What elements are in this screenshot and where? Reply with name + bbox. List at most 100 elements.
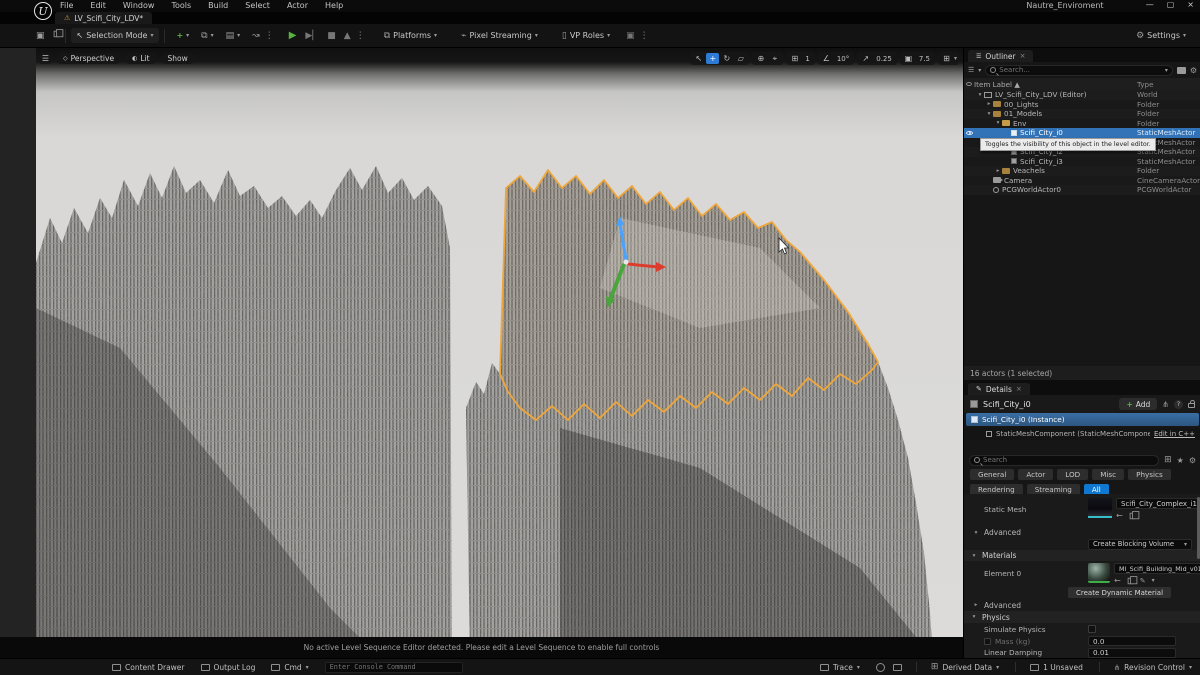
create-blocking-volume-button[interactable]: Create Blocking Volume ▾: [1088, 538, 1192, 550]
trace-store-icon[interactable]: [892, 663, 902, 671]
tab-outliner[interactable]: ☰ Outliner ×: [968, 50, 1034, 62]
details-search[interactable]: [969, 454, 1160, 466]
camera-speed-button[interactable]: ▣ 7.5: [899, 52, 935, 65]
lock-icon[interactable]: [1188, 400, 1195, 408]
edit-in-cpp-link[interactable]: Edit in C++: [1154, 430, 1195, 438]
favorites-icon[interactable]: ★: [1177, 456, 1184, 465]
content-drawer-button[interactable]: Content Drawer: [112, 663, 185, 672]
chevron-down-icon[interactable]: ▾: [985, 111, 993, 117]
trace-button[interactable]: Trace ▾: [819, 663, 860, 672]
outliner-row[interactable]: ▾ LV_Scifi_City_LDV (Editor) World: [964, 90, 1200, 100]
stop-button[interactable]: ■: [327, 31, 336, 41]
gizmo-origin[interactable]: [623, 259, 629, 265]
display-filter-icon[interactable]: ⊞: [1164, 455, 1172, 465]
outliner-row[interactable]: PCGWorldActor0 PCGWorldActor: [964, 185, 1200, 195]
blueprints-button[interactable]: ⧉ ▾: [195, 28, 219, 44]
copy-asset-icon[interactable]: [1129, 510, 1140, 519]
console-command-input[interactable]: [324, 661, 463, 673]
insights-icon[interactable]: [875, 662, 885, 672]
derived-data-button[interactable]: ⊞ Derived Data ▾: [931, 662, 999, 672]
chevron-right-icon[interactable]: ▸: [994, 168, 1002, 174]
menu-build[interactable]: Build: [208, 1, 228, 10]
browse-to-asset-icon[interactable]: ←: [1116, 511, 1123, 520]
menu-actor[interactable]: Actor: [287, 1, 308, 10]
physics-section-header[interactable]: ▾ Physics: [964, 611, 1200, 623]
level-tab[interactable]: ⚠ LV_Scifi_City_LDV*: [55, 12, 153, 24]
details-tab-actor[interactable]: Actor: [1018, 469, 1054, 480]
tab-details[interactable]: ✎ Details ×: [968, 383, 1030, 395]
outliner-row[interactable]: ▾ 01_Models Folder: [964, 109, 1200, 119]
move-tool-icon[interactable]: +: [706, 53, 720, 64]
cmd-button[interactable]: Cmd ▾: [271, 663, 309, 672]
outliner-row[interactable]: Camera CineCameraActor: [964, 175, 1200, 185]
material-thumbnail[interactable]: [1088, 563, 1110, 583]
outliner-row[interactable]: ▸ 00_Lights Folder: [964, 99, 1200, 109]
eject-button[interactable]: ▲: [344, 31, 351, 41]
create-dynamic-material-button[interactable]: Create Dynamic Material: [1068, 587, 1172, 598]
details-tab-misc[interactable]: Misc: [1092, 469, 1125, 480]
static-mesh-thumbnail[interactable]: [1088, 498, 1112, 518]
mass-input[interactable]: 0.0: [1088, 636, 1176, 646]
world-space-icon[interactable]: ⊕: [754, 53, 767, 64]
column-item-label[interactable]: Item Label ▲: [974, 80, 1137, 89]
browse-to-asset-icon[interactable]: ←: [1114, 576, 1121, 585]
copy-asset-icon[interactable]: [1127, 575, 1138, 584]
toolbar-overflow-2-icon[interactable]: ⋮: [635, 31, 654, 41]
save-icon[interactable]: ▣: [36, 31, 45, 41]
menu-window[interactable]: Window: [123, 1, 155, 10]
perspective-button[interactable]: ◇ Perspective: [56, 53, 122, 64]
column-type[interactable]: Type: [1137, 80, 1200, 89]
menu-help[interactable]: Help: [325, 1, 343, 10]
surface-snap-icon[interactable]: ⌖: [768, 53, 781, 64]
viewport-options-button[interactable]: ☰: [39, 53, 52, 64]
static-mesh-select[interactable]: Scifi_City_Complex_i1 ▾: [1116, 498, 1200, 509]
outliner-row[interactable]: Scifi_City_i3 StaticMeshActor: [964, 156, 1200, 166]
rotate-tool-icon[interactable]: ↻: [720, 53, 733, 64]
play-options-icon[interactable]: ⋮: [351, 31, 370, 41]
unsaved-button[interactable]: 1 Unsaved: [1030, 663, 1083, 672]
settings-button[interactable]: ⚙ Settings ▾: [1130, 28, 1192, 44]
selection-mode-button[interactable]: ↖ Selection Mode ▾: [70, 28, 160, 43]
material-select[interactable]: MI_Scifi_Building_Mid_v012 ▾: [1114, 563, 1200, 574]
advanced-expander-2[interactable]: ▸ Advanced: [964, 599, 1200, 611]
menu-edit[interactable]: Edit: [90, 1, 106, 10]
menu-select[interactable]: Select: [245, 1, 270, 10]
mass-override-checkbox[interactable]: [984, 637, 991, 645]
output-log-button[interactable]: Output Log: [200, 663, 255, 672]
show-button[interactable]: Show: [160, 53, 195, 64]
simulate-physics-checkbox[interactable]: [1088, 625, 1096, 633]
import-icon[interactable]: [53, 29, 63, 41]
grid-snap-button[interactable]: ⊞ 1: [786, 52, 815, 65]
scale-snap-button[interactable]: ↗ 0.25: [857, 52, 897, 65]
viewport-layout-button[interactable]: ⊞ ▾: [937, 52, 959, 65]
outliner-row[interactable]: ▸ Veachels Folder: [964, 166, 1200, 176]
details-tab-lod[interactable]: LOD: [1057, 469, 1089, 480]
virtual-camera-icon[interactable]: ▣: [626, 31, 635, 41]
minimize-button[interactable]: —: [1146, 0, 1154, 9]
scale-tool-icon[interactable]: ▱: [734, 53, 747, 64]
vp-roles-button[interactable]: ▯ VP Roles ▾: [556, 28, 616, 44]
details-settings-icon[interactable]: ⚙: [1189, 456, 1196, 465]
outliner-settings-icon[interactable]: ⚙: [1190, 66, 1197, 75]
revision-control-button[interactable]: ⋔ Revision Control ▾: [1114, 663, 1192, 672]
menu-file[interactable]: File: [60, 1, 73, 10]
sequencer-curves-icon[interactable]: ↝: [252, 31, 260, 41]
chevron-down-icon[interactable]: ▾: [976, 92, 984, 98]
rotation-snap-button[interactable]: ∠ 10°: [817, 52, 855, 65]
close-button[interactable]: ×: [1187, 0, 1194, 9]
edit-material-icon[interactable]: ✎: [1140, 577, 1146, 585]
new-folder-icon[interactable]: [1176, 66, 1186, 74]
toolbar-overflow-icon[interactable]: ⋮: [260, 31, 279, 41]
outliner-search[interactable]: ▾: [985, 64, 1173, 76]
select-tool-icon[interactable]: ↖: [692, 53, 705, 64]
add-actor-button[interactable]: + ▾: [170, 28, 195, 43]
outliner-row[interactable]: ▾ Env Folder: [964, 118, 1200, 128]
level-viewport[interactable]: ☰ ◇ Perspective ◐ Lit Show ↖ + ↻ ▱ ⊕ ⌖ ⊞…: [0, 48, 963, 658]
menu-tools[interactable]: Tools: [171, 1, 191, 10]
blueprint-hierarchy-icon[interactable]: ⋔: [1162, 400, 1169, 409]
cinematics-button[interactable]: ▤ ▾: [220, 28, 247, 44]
filter-icon[interactable]: ☰: [968, 66, 974, 74]
play-button[interactable]: ▶: [289, 30, 297, 41]
component-row-instance[interactable]: Scifi_City_i0 (Instance): [966, 413, 1199, 426]
chevron-right-icon[interactable]: ▸: [985, 101, 993, 107]
